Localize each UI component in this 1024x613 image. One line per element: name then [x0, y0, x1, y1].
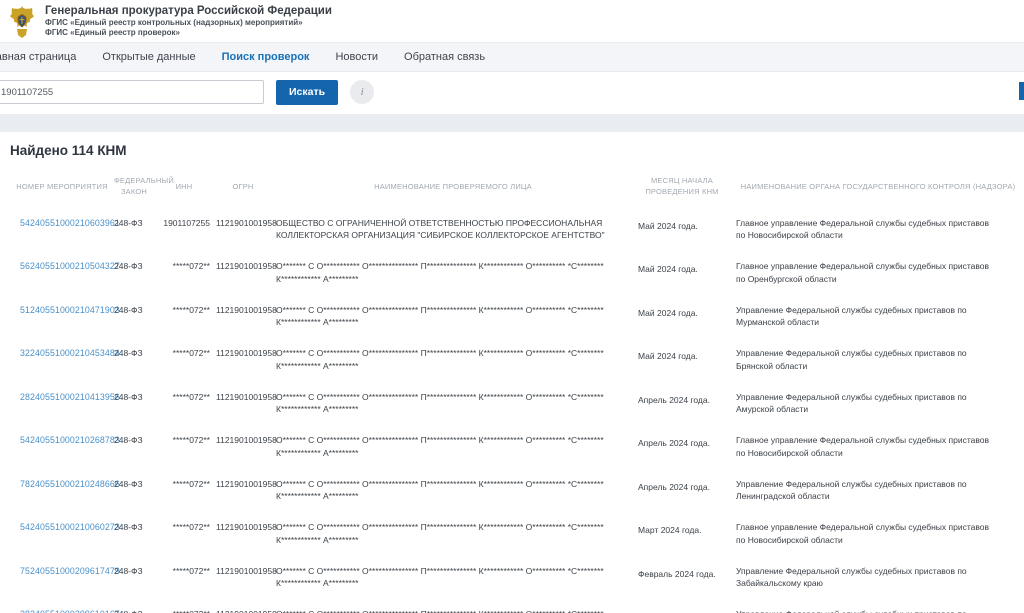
- table-row: 78240551000210248666 248-ФЗ *****072** 1…: [0, 469, 1024, 513]
- month-cell: Февраль 2024 года.: [632, 556, 732, 600]
- inn-cell: *****072**: [156, 556, 212, 600]
- month-cell: Май 2024 года.: [632, 251, 732, 295]
- table-row: 56240551000210504327 248-ФЗ *****072** 1…: [0, 251, 1024, 295]
- inn-cell: *****072**: [156, 295, 212, 339]
- knm-number-link[interactable]: 32240551000210453484: [20, 348, 120, 358]
- month-cell: Май 2024 года.: [632, 338, 732, 382]
- nav-item-active[interactable]: Поиск проверок: [222, 51, 310, 63]
- knm-number-link[interactable]: 78240551000210248666: [20, 479, 120, 489]
- col-header-organ: Наименование органа государственного кон…: [732, 167, 1024, 208]
- month-cell: Апрель 2024 года.: [632, 469, 732, 513]
- table-row: 51240551000210471903 248-ФЗ *****072** 1…: [0, 295, 1024, 339]
- table-row: 28240551000210413956 248-ФЗ *****072** 1…: [0, 382, 1024, 426]
- col-header-number: Номер мероприятия: [0, 167, 112, 208]
- inn-cell: 1901107255: [156, 208, 212, 252]
- ogrn-cell: 1121901001958: [212, 208, 274, 252]
- organ-cell: Главное управление Федеральной службы су…: [732, 208, 1024, 252]
- organ-cell: Управление Федеральной службы судебных п…: [732, 295, 1024, 339]
- fgis-subtitle-1: ФГИС «Единый реестр контрольных (надзорн…: [45, 18, 332, 28]
- col-header-month: Месяц начала проведения КНМ: [632, 167, 732, 208]
- subject-name-cell: О******* С О*********** О***************…: [274, 251, 632, 295]
- subject-name-cell: О******* С О*********** О***************…: [274, 295, 632, 339]
- search-input[interactable]: [0, 80, 264, 104]
- knm-number-link[interactable]: 28240551000210413956: [20, 392, 120, 402]
- knm-number-link[interactable]: 56240551000210504327: [20, 261, 120, 271]
- subject-name-cell: О******* С О*********** О***************…: [274, 382, 632, 426]
- month-cell: Май 2024 года.: [632, 295, 732, 339]
- col-header-law: Федеральный закон: [112, 167, 156, 208]
- organ-cell: Главное управление Федеральной службы су…: [732, 251, 1024, 295]
- org-title: Генеральная прокуратура Российской Федер…: [45, 5, 332, 19]
- site-header: Генеральная прокуратура Российской Федер…: [0, 0, 1024, 42]
- col-header-ogrn: ОГРН: [212, 167, 274, 208]
- nav-item-link[interactable]: Открытые данные: [102, 51, 195, 63]
- table-row: 32240551000210453484 248-ФЗ *****072** 1…: [0, 338, 1024, 382]
- table-row: 54240551000210268783 248-ФЗ *****072** 1…: [0, 425, 1024, 469]
- search-section: Искать i: [0, 72, 1024, 114]
- inn-cell: *****072**: [156, 425, 212, 469]
- table-row: 75240551000209617479 248-ФЗ *****072** 1…: [0, 556, 1024, 600]
- ogrn-cell: 1121901001958: [212, 295, 274, 339]
- inn-cell: *****072**: [156, 469, 212, 513]
- ogrn-cell: 1121901001958: [212, 556, 274, 600]
- ogrn-cell: 1121901001958: [212, 599, 274, 613]
- table-row: 28240551000209610167 248-ФЗ *****072** 1…: [0, 599, 1024, 613]
- main-nav: Главная страница Открытые данные Поиск про…: [0, 42, 1024, 72]
- ogrn-cell: 1121901001958: [212, 251, 274, 295]
- inn-cell: *****072**: [156, 512, 212, 556]
- prosecutor-emblem-icon: [7, 5, 37, 39]
- ogrn-cell: 1121901001958: [212, 382, 274, 426]
- organ-cell: Управление Федеральной службы судебных п…: [732, 338, 1024, 382]
- subject-name-cell: О******* С О*********** О***************…: [274, 599, 632, 613]
- knm-number-link[interactable]: 54240551000210268783: [20, 435, 120, 445]
- knm-number-link[interactable]: 54240551000210603961: [20, 218, 120, 228]
- table-row: 54240551000210603961 248-ФЗ 1901107255 1…: [0, 208, 1024, 252]
- subject-name-cell: О******* С О*********** О***************…: [274, 425, 632, 469]
- table-header-row: Номер мероприятия Федеральный закон ИНН …: [0, 167, 1024, 208]
- organ-cell: Главное управление Федеральной службы су…: [732, 512, 1024, 556]
- month-cell: Май 2024 года.: [632, 208, 732, 252]
- inn-cell: *****072**: [156, 251, 212, 295]
- fgis-subtitle-2: ФГИС «Единый реестр проверок»: [45, 28, 332, 38]
- clipped-right-button[interactable]: [1019, 82, 1024, 100]
- month-cell: Март 2024 года.: [632, 512, 732, 556]
- info-icon[interactable]: i: [350, 80, 374, 104]
- law-cell: 248-ФЗ: [112, 599, 156, 613]
- nav-item-link[interactable]: Новости: [335, 51, 378, 63]
- knm-number-link[interactable]: 54240551000210060273: [20, 522, 120, 532]
- organ-cell: Управление Федеральной службы судебных п…: [732, 556, 1024, 600]
- month-cell: Апрель 2024 года.: [632, 382, 732, 426]
- divider-band: [0, 114, 1024, 132]
- organ-cell: Главное управление Федеральной службы су…: [732, 425, 1024, 469]
- search-button[interactable]: Искать: [276, 80, 338, 105]
- subject-name-cell: О******* С О*********** О***************…: [274, 556, 632, 600]
- ogrn-cell: 1121901001958: [212, 512, 274, 556]
- organ-cell: Управление Федеральной службы судебных п…: [732, 469, 1024, 513]
- inn-cell: *****072**: [156, 599, 212, 613]
- knm-number-link[interactable]: 28240551000209610167: [20, 609, 120, 613]
- knm-number-link[interactable]: 75240551000209617479: [20, 566, 120, 576]
- subject-name-cell: О******* С О*********** О***************…: [274, 469, 632, 513]
- results-count-title: Найдено 114 КНМ: [0, 132, 1024, 167]
- ogrn-cell: 1121901001958: [212, 425, 274, 469]
- inn-cell: *****072**: [156, 382, 212, 426]
- subject-name-cell: О******* С О*********** О***************…: [274, 512, 632, 556]
- inn-cell: *****072**: [156, 338, 212, 382]
- subject-name-cell: ОБЩЕСТВО С ОГРАНИЧЕННОЙ ОТВЕТСТВЕННОСТЬЮ…: [274, 208, 632, 252]
- nav-item-link[interactable]: Главная страница: [0, 51, 76, 63]
- month-cell: Февраль 2024 года.: [632, 599, 732, 613]
- knm-number-link[interactable]: 51240551000210471903: [20, 305, 120, 315]
- month-cell: Апрель 2024 года.: [632, 425, 732, 469]
- subject-name-cell: О******* С О*********** О***************…: [274, 338, 632, 382]
- organ-cell: Управление Федеральной службы судебных п…: [732, 382, 1024, 426]
- table-row: 54240551000210060273 248-ФЗ *****072** 1…: [0, 512, 1024, 556]
- nav-item-link[interactable]: Обратная связь: [404, 51, 485, 63]
- ogrn-cell: 1121901001958: [212, 469, 274, 513]
- col-header-name: Наименование проверяемого лица: [274, 167, 632, 208]
- results-table: Номер мероприятия Федеральный закон ИНН …: [0, 167, 1024, 613]
- ogrn-cell: 1121901001958: [212, 338, 274, 382]
- organ-cell: Управление Федеральной службы судебных п…: [732, 599, 1024, 613]
- col-header-inn: ИНН: [156, 167, 212, 208]
